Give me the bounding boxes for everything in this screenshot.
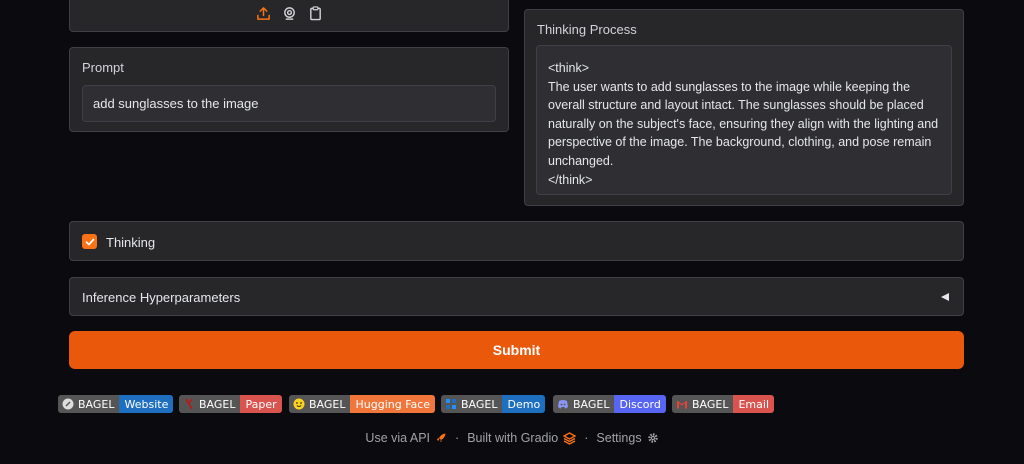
- prompt-label: Prompt: [82, 60, 124, 75]
- prompt-input[interactable]: [82, 85, 496, 122]
- badge-email-left: BAGEL: [672, 395, 734, 413]
- thinking-process-panel: Thinking Process <think> The user wants …: [524, 9, 964, 206]
- badge-email-value: Email: [733, 395, 775, 413]
- use-via-api-label: Use via API: [365, 431, 431, 445]
- badge-paper-label: BAGEL: [199, 397, 236, 411]
- upload-source-toolbar: [70, 5, 508, 21]
- gmail-icon: [676, 398, 688, 410]
- badge-demo-value: Demo: [502, 395, 546, 413]
- badge-discord-value: Discord: [614, 395, 666, 413]
- caret-left-icon[interactable]: [941, 293, 949, 301]
- checkmark-icon: [85, 238, 94, 245]
- settings-link[interactable]: Settings: [596, 431, 658, 445]
- hugging-face-icon: [293, 398, 305, 410]
- built-with-gradio-link[interactable]: Built with Gradio: [467, 431, 577, 445]
- upload-icon[interactable]: [255, 5, 271, 21]
- footer-separator: ·: [584, 431, 589, 445]
- badge-discord-label: BAGEL: [573, 397, 610, 411]
- thinking-process-label: Thinking Process: [537, 22, 637, 37]
- clipboard-icon[interactable]: [307, 5, 323, 21]
- badge-email-label: BAGEL: [692, 397, 729, 411]
- badge-paper[interactable]: BAGEL Paper: [179, 395, 282, 413]
- badge-discord-left: BAGEL: [553, 395, 615, 413]
- badge-email[interactable]: BAGEL Email: [672, 395, 775, 413]
- badge-discord[interactable]: BAGEL Discord: [553, 395, 666, 413]
- badge-hugging-face-label: BAGEL: [309, 397, 346, 411]
- badge-website[interactable]: BAGEL Website: [58, 395, 174, 413]
- badge-paper-value: Paper: [240, 395, 282, 413]
- built-with-gradio-label: Built with Gradio: [467, 431, 559, 445]
- badge-demo-left: BAGEL: [441, 395, 503, 413]
- thinking-process-textbox[interactable]: <think> The user wants to add sunglasses…: [536, 45, 952, 195]
- badge-hugging-face[interactable]: BAGEL Hugging Face: [289, 395, 436, 413]
- arxiv-icon: [183, 398, 195, 410]
- badge-website-label: BAGEL: [78, 397, 115, 411]
- prompt-panel: Prompt: [69, 47, 509, 132]
- inference-hyperparameters-label: Inference Hyperparameters: [82, 290, 241, 305]
- inference-hyperparameters-accordion[interactable]: Inference Hyperparameters: [69, 277, 964, 316]
- thinking-checkbox-label: Thinking: [106, 235, 156, 250]
- badge-paper-left: BAGEL: [179, 395, 241, 413]
- badge-website-value: Website: [119, 395, 174, 413]
- badge-demo-label: BAGEL: [461, 397, 498, 411]
- gear-icon: [647, 433, 658, 443]
- thinking-checkbox[interactable]: [82, 234, 97, 249]
- thinking-checkbox-row[interactable]: Thinking: [69, 221, 964, 261]
- demo-icon: [445, 398, 457, 410]
- badge-website-left: BAGEL: [58, 395, 120, 413]
- use-via-api-link[interactable]: Use via API: [365, 431, 447, 445]
- submit-button[interactable]: Submit: [69, 331, 964, 369]
- badge-demo[interactable]: BAGEL Demo: [441, 395, 546, 413]
- rocket-icon: [437, 433, 446, 442]
- webcam-icon[interactable]: [281, 5, 297, 21]
- footer-separator: ·: [455, 431, 460, 445]
- gradio-logo-icon: [563, 431, 577, 445]
- badge-hugging-face-value: Hugging Face: [350, 395, 436, 413]
- footer: Use via API · Built with Gradio · Settin…: [0, 431, 1024, 445]
- discord-icon: [557, 398, 569, 410]
- settings-label: Settings: [596, 431, 642, 445]
- badge-hugging-face-left: BAGEL: [289, 395, 351, 413]
- image-upload-panel: [69, 0, 509, 32]
- link-icon: [62, 398, 74, 410]
